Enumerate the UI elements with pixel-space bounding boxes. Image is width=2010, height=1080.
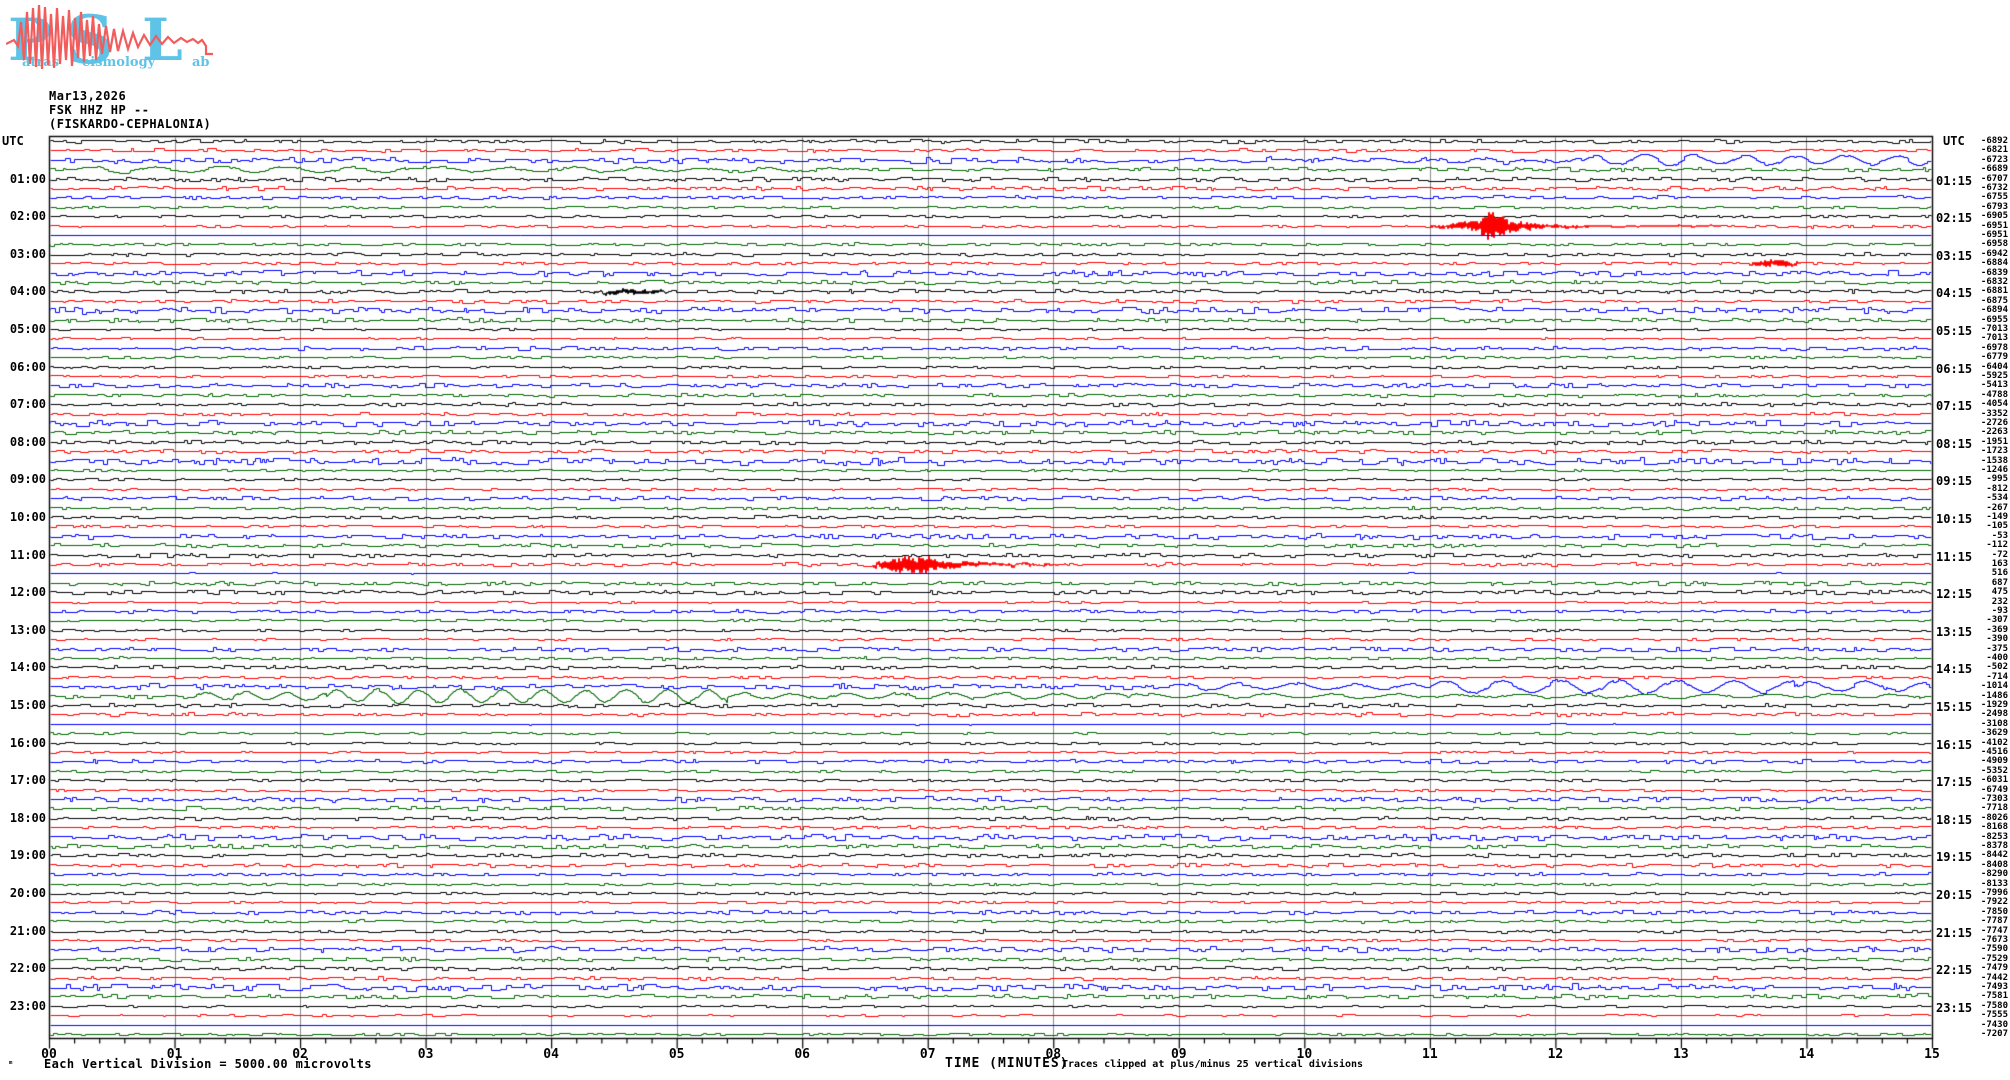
x-tick-label: 14 xyxy=(1798,1047,1815,1062)
x-tick-label: 03 xyxy=(417,1047,434,1062)
left-time-label: 20:00 xyxy=(9,886,46,900)
right-time-label: 23:15 xyxy=(1936,1000,1973,1015)
left-time-label: 13:00 xyxy=(9,622,46,637)
right-time-label: 03:15 xyxy=(1936,248,1973,263)
x-tick-label: 12 xyxy=(1547,1047,1564,1062)
right-time-label: 12:15 xyxy=(1936,587,1973,602)
helicorder-screen: P S L atras eismology ab Mar13,2026 FSK … xyxy=(0,0,2010,1080)
left-time-label: 22:00 xyxy=(9,961,46,976)
right-time-label: 16:15 xyxy=(1936,737,1973,752)
left-time-label: 07:00 xyxy=(9,397,46,412)
right-time-label: 15:15 xyxy=(1936,700,1973,714)
left-time-label: 12:00 xyxy=(9,585,46,600)
left-time-label: 02:00 xyxy=(9,209,46,224)
right-time-label: 02:15 xyxy=(1936,211,1973,226)
left-time-label: 06:00 xyxy=(9,359,46,374)
right-time-label: 10:15 xyxy=(1936,512,1973,526)
left-time-label: 11:00 xyxy=(9,547,46,562)
left-time-label: 18:00 xyxy=(9,810,46,825)
x-tick-label: 07 xyxy=(919,1047,936,1062)
header-date: Mar13,2026 xyxy=(49,89,127,103)
left-time-label: 03:00 xyxy=(9,246,46,261)
utc-label-left: UTC xyxy=(2,134,24,148)
x-tick-label: 05 xyxy=(668,1047,685,1062)
x-tick-label: 04 xyxy=(543,1047,559,1062)
psl-logo: P S L atras eismology ab xyxy=(6,2,213,74)
right-time-label: 06:15 xyxy=(1936,361,1973,376)
left-time-label: 21:00 xyxy=(9,923,46,938)
right-time-label: 08:15 xyxy=(1936,436,1973,451)
left-time-label: 16:00 xyxy=(9,735,46,750)
corner-glyph: ₘ xyxy=(8,1057,14,1067)
right-time-label: 21:15 xyxy=(1936,925,1973,940)
left-time-label: 05:00 xyxy=(9,322,46,336)
right-time-label: 20:15 xyxy=(1936,888,1973,902)
left-time-label: 04:00 xyxy=(9,284,46,299)
x-tick-label: 15 xyxy=(1924,1047,1940,1062)
left-time-label: 01:00 xyxy=(9,171,46,186)
x-tick-label: 13 xyxy=(1673,1047,1689,1062)
left-time-label: 23:00 xyxy=(9,998,46,1013)
right-time-label: 17:15 xyxy=(1936,775,1973,790)
left-time-label: 17:00 xyxy=(9,773,46,788)
logo-word-eismology: eismology xyxy=(82,55,156,70)
header-location: (FISKARDO-CEPHALONIA) xyxy=(49,117,212,131)
right-time-label: 07:15 xyxy=(1936,399,1973,414)
right-time-label: 11:15 xyxy=(1936,549,1973,564)
right-time-label: 01:15 xyxy=(1936,173,1973,188)
x-tick-label: 11 xyxy=(1422,1047,1438,1062)
left-time-label: 09:00 xyxy=(9,472,46,487)
x-tick-label: 06 xyxy=(794,1047,811,1062)
right-time-label: 13:15 xyxy=(1936,624,1973,639)
right-time-label: 04:15 xyxy=(1936,286,1973,301)
utc-label-right: UTC xyxy=(1943,134,1965,148)
scale-note: Each Vertical Division = 5000.00 microvo… xyxy=(44,1057,372,1071)
x-axis-title: TIME (MINUTES) xyxy=(945,1056,1069,1071)
right-time-label: 22:15 xyxy=(1936,963,1973,978)
left-time-label: 10:00 xyxy=(9,510,46,524)
logo-word-ab: ab xyxy=(192,55,210,70)
left-time-label: 19:00 xyxy=(9,848,46,863)
seismogram-plot xyxy=(0,0,2010,1080)
right-edge-value: -7207 xyxy=(1980,1029,2008,1039)
right-time-label: 09:15 xyxy=(1936,474,1973,489)
left-time-label: 14:00 xyxy=(9,660,46,675)
right-time-label: 18:15 xyxy=(1936,812,1973,827)
left-time-label: 08:00 xyxy=(9,434,46,449)
clip-note: Traces clipped at plus/minus 25 vertical… xyxy=(1062,1059,1364,1070)
header-station: FSK HHZ HP -- xyxy=(49,103,150,117)
right-time-label: 19:15 xyxy=(1936,850,1973,865)
right-time-label: 14:15 xyxy=(1936,662,1973,677)
right-time-label: 05:15 xyxy=(1936,324,1973,338)
left-time-label: 15:00 xyxy=(9,698,46,712)
